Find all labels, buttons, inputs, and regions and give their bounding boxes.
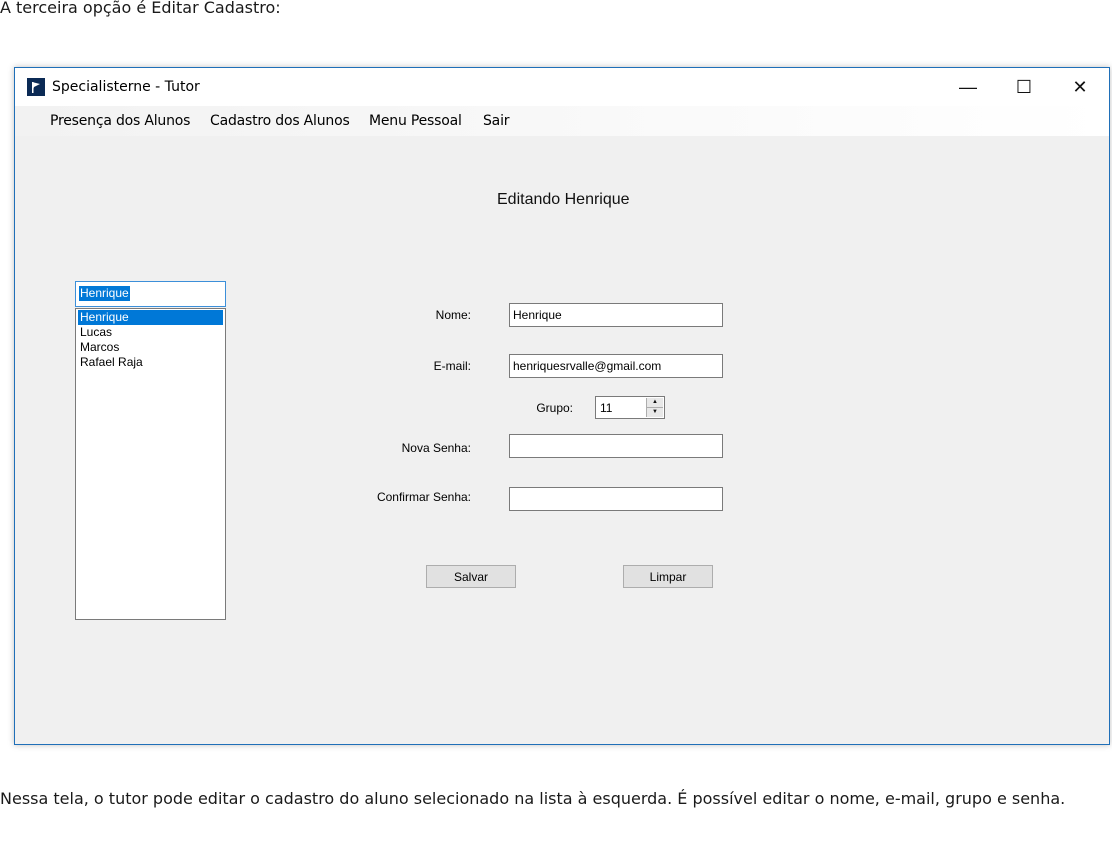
- grupo-value: 11: [600, 401, 613, 415]
- triangle-down-icon[interactable]: ▼: [647, 408, 663, 417]
- confirmar-senha-field[interactable]: [509, 487, 723, 511]
- salvar-button[interactable]: Salvar: [426, 565, 516, 588]
- menu-item-cadastro[interactable]: Cadastro dos Alunos: [210, 113, 350, 129]
- form-title: Editando Henrique: [497, 191, 630, 208]
- nova-senha-field[interactable]: [509, 434, 723, 458]
- menu-item-pessoal[interactable]: Menu Pessoal: [369, 113, 462, 129]
- nome-label: Nome:: [435, 308, 471, 322]
- title-bar[interactable]: Specialisterne - Tutor — ☐ ✕: [15, 68, 1109, 106]
- intro-text: A terceira opção é Editar Cadastro:: [0, 0, 281, 17]
- grupo-stepper[interactable]: 11 ▲ ▼: [595, 396, 665, 419]
- menu-bar: Presença dos Alunos Cadastro dos Alunos …: [15, 106, 1109, 136]
- app-icon: [27, 78, 45, 96]
- list-item[interactable]: Lucas: [78, 325, 223, 340]
- student-search-input[interactable]: Henrique: [75, 281, 226, 307]
- limpar-button[interactable]: Limpar: [623, 565, 713, 588]
- maximize-button[interactable]: ☐: [1001, 68, 1047, 106]
- menu-item-sair[interactable]: Sair: [483, 113, 510, 129]
- app-window: Specialisterne - Tutor — ☐ ✕ Presença do…: [14, 67, 1110, 745]
- menu-item-presenca[interactable]: Presença dos Alunos: [50, 113, 190, 129]
- email-label: E-mail:: [433, 359, 471, 373]
- confirmar-senha-label: Confirmar Senha:: [376, 490, 471, 504]
- student-list[interactable]: Henrique Lucas Marcos Rafael Raja: [75, 308, 226, 620]
- outro-text: Nessa tela, o tutor pode editar o cadast…: [0, 789, 1066, 808]
- close-button[interactable]: ✕: [1057, 68, 1103, 106]
- list-item[interactable]: Rafael Raja: [78, 355, 223, 370]
- nome-field[interactable]: [509, 303, 723, 327]
- email-field[interactable]: [509, 354, 723, 378]
- list-item[interactable]: Marcos: [78, 340, 223, 355]
- search-input-value: Henrique: [79, 286, 130, 301]
- minimize-button[interactable]: —: [945, 68, 991, 106]
- grupo-label: Grupo:: [536, 401, 573, 415]
- triangle-up-icon[interactable]: ▲: [647, 398, 663, 408]
- stepper-buttons: ▲ ▼: [646, 398, 663, 417]
- window-title: Specialisterne - Tutor: [52, 79, 200, 95]
- list-item[interactable]: Henrique: [78, 310, 223, 325]
- nova-senha-label: Nova Senha:: [401, 441, 471, 455]
